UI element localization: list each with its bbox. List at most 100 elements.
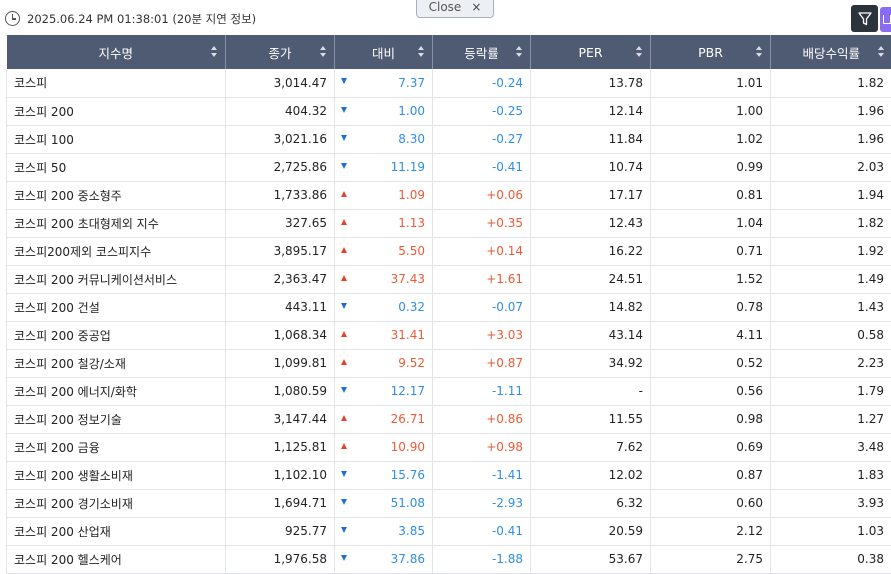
- cell-per-value: 34.92: [608, 356, 643, 370]
- cell-index-name-value: 코스피200제외 코스피지수: [14, 244, 152, 259]
- cell-per-value: 12.43: [608, 216, 643, 230]
- table-row[interactable]: 코스피 200 금융 1,125.81 10.90 +0.98 7.62 0.69 3.48: [6, 433, 891, 462]
- sort-icon[interactable]: [211, 46, 218, 58]
- cell-index-name: 코스피 200 철강/소재: [6, 349, 226, 378]
- table-row[interactable]: 코스피 200 정보기술 3,147.44 26.71 +0.86 11.55 0.98 1…: [6, 405, 891, 434]
- cell-close: 3,021.16: [225, 125, 335, 154]
- table-row[interactable]: 코스피 200 에너지/화학 1,080.59 12.17 -1.11 - 0.56 1.7…: [6, 377, 891, 406]
- cell-change-value: 0.32: [398, 300, 425, 314]
- cell-per: 13.78: [530, 69, 651, 98]
- table-body: 코스피 3,014.47 7.37 -0.24 13.78 1.01 1.82 코스피 200…: [6, 69, 891, 574]
- cell-change-value: 26.71: [390, 412, 425, 426]
- cell-dividend-yield: 1.92: [770, 237, 891, 266]
- export-button[interactable]: [880, 7, 891, 32]
- sort-icon[interactable]: [636, 46, 643, 58]
- cell-dividend-yield: 3.93: [770, 489, 891, 518]
- table-row[interactable]: 코스피 200 초대형제외 지수 327.65 1.13 +0.35 12.43 1.04…: [6, 209, 891, 238]
- cell-close-value: 1,080.59: [273, 384, 327, 398]
- cell-pbr: 1.04: [650, 209, 771, 238]
- table-row[interactable]: 코스피 200 404.32 1.00 -0.25 12.14 1.00 1.96: [6, 97, 891, 126]
- cell-index-name: 코스피 200 산업재: [6, 517, 226, 546]
- cell-close: 2,363.47: [225, 265, 335, 294]
- column-header-per[interactable]: PER: [530, 35, 651, 69]
- cell-index-name: 코스피: [6, 69, 226, 98]
- table-row[interactable]: 코스피 100 3,021.16 8.30 -0.27 11.84 1.02 1.96: [6, 125, 891, 154]
- close-button[interactable]: Close ×: [416, 0, 494, 18]
- table-row[interactable]: 코스피 200 생활소비재 1,102.10 15.76 -1.41 12.02 0.87…: [6, 461, 891, 490]
- cell-index-name: 코스피 200 중공업: [6, 321, 226, 350]
- table-row[interactable]: 코스피 200 중소형주 1,733.86 1.09 +0.06 17.17 0.81 1.…: [6, 181, 891, 210]
- cell-change-value: 8.30: [398, 132, 425, 146]
- column-header-close[interactable]: 종가: [225, 35, 335, 69]
- column-header-index-name[interactable]: 지수명: [6, 35, 226, 69]
- sort-icon[interactable]: [320, 46, 327, 58]
- cell-pbr: 0.81: [650, 181, 771, 210]
- cell-change-rate: -2.93: [432, 489, 531, 518]
- table-row[interactable]: 코스피 200 헬스케어 1,976.58 37.86 -1.88 53.67 2.75 0…: [6, 545, 891, 574]
- cell-index-name: 코스피 200 금융: [6, 433, 226, 462]
- cell-change-value: 3.85: [398, 524, 425, 538]
- down-arrow-icon: [341, 470, 347, 477]
- up-arrow-icon: [341, 246, 347, 253]
- table-row[interactable]: 코스피 3,014.47 7.37 -0.24 13.78 1.01 1.82: [6, 69, 891, 98]
- cell-dividend-yield-value: 1.82: [857, 216, 884, 230]
- cell-per-value: -: [638, 384, 643, 398]
- cell-dividend-yield-value: 1.79: [857, 384, 884, 398]
- cell-dividend-yield: 1.79: [770, 377, 891, 406]
- cell-close: 2,725.86: [225, 153, 335, 182]
- cell-per: 20.59: [530, 517, 651, 546]
- cell-index-name: 코스피 200 에너지/화학: [6, 377, 226, 406]
- cell-per: 16.22: [530, 237, 651, 266]
- cell-dividend-yield: 1.03: [770, 517, 891, 546]
- cell-close: 1,125.81: [225, 433, 335, 462]
- table-row[interactable]: 코스피 200 철강/소재 1,099.81 9.52 +0.87 34.92 0.52 2…: [6, 349, 891, 378]
- cell-pbr: 1.02: [650, 125, 771, 154]
- cell-close-value: 2,363.47: [273, 272, 327, 286]
- cell-index-name-value: 코스피: [14, 76, 48, 91]
- table-row[interactable]: 코스피 50 2,725.86 11.19 -0.41 10.74 0.99 2.03: [6, 153, 891, 182]
- cell-per-value: 7.62: [616, 440, 643, 454]
- cell-dividend-yield-value: 0.58: [857, 328, 884, 342]
- cell-close: 1,733.86: [225, 181, 335, 210]
- cell-change-rate-value: +0.14: [486, 244, 523, 258]
- column-header-change[interactable]: 대비: [334, 35, 433, 69]
- cell-change-rate: -0.07: [432, 293, 531, 322]
- cell-change: 3.85: [334, 517, 433, 546]
- table-row[interactable]: 코스피 200 중공업 1,068.34 31.41 +3.03 43.14 4.11 0.…: [6, 321, 891, 350]
- filter-button[interactable]: [851, 5, 878, 32]
- cell-change-rate-value: -0.41: [491, 160, 523, 174]
- table-row[interactable]: 코스피 200 경기소비재 1,694.71 51.08 -2.93 6.32 0.60 3…: [6, 489, 891, 518]
- cell-close-value: 1,694.71: [273, 496, 327, 510]
- cell-index-name: 코스피 200 헬스케어: [6, 545, 226, 574]
- sort-icon[interactable]: [756, 46, 763, 58]
- table-row[interactable]: 코스피 200 커뮤니케이션서비스 2,363.47 37.43 +1.61 24.51…: [6, 265, 891, 294]
- column-header-dividend-yield[interactable]: 배당수익률: [770, 35, 891, 69]
- cell-index-name-value: 코스피 200 정보기술: [14, 412, 122, 427]
- column-header-label: 종가: [268, 45, 292, 61]
- cell-pbr: 0.78: [650, 293, 771, 322]
- sort-icon[interactable]: [418, 46, 425, 58]
- cell-change-rate: +1.61: [432, 265, 531, 294]
- clock-icon: [5, 11, 20, 26]
- column-header-label: 대비: [371, 45, 395, 61]
- cell-change: 37.86: [334, 545, 433, 574]
- cell-per: 17.17: [530, 181, 651, 210]
- column-header-pbr[interactable]: PBR: [650, 35, 771, 69]
- export-icon: [883, 15, 891, 24]
- cell-dividend-yield-value: 1.96: [857, 132, 884, 146]
- column-header-change-rate[interactable]: 등락률: [432, 35, 531, 69]
- table-row[interactable]: 코스피 200 산업재 925.77 3.85 -0.41 20.59 2.12 1.03: [6, 517, 891, 546]
- delay-note: (20분 지연 정보): [172, 12, 257, 26]
- table-row[interactable]: 코스피200제외 코스피지수 3,895.17 5.50 +0.14 16.22 0.71…: [6, 237, 891, 266]
- cell-change-rate-value: -0.07: [491, 300, 523, 314]
- cell-change-value: 51.08: [390, 496, 425, 510]
- sort-icon[interactable]: [516, 46, 523, 58]
- down-arrow-icon: [341, 554, 347, 561]
- up-arrow-icon: [341, 190, 347, 197]
- cell-change-rate: -1.41: [432, 461, 531, 490]
- table-header: 지수명 종가 대비 등락률 PER PBR 배당수익률: [6, 35, 891, 69]
- timestamp: 2025.06.24 PM 01:38:01 (20분 지연 정보): [27, 11, 256, 27]
- cell-change-value: 1.00: [398, 104, 425, 118]
- table-row[interactable]: 코스피 200 건설 443.11 0.32 -0.07 14.82 0.78 1.43: [6, 293, 891, 322]
- sort-icon[interactable]: [877, 46, 885, 58]
